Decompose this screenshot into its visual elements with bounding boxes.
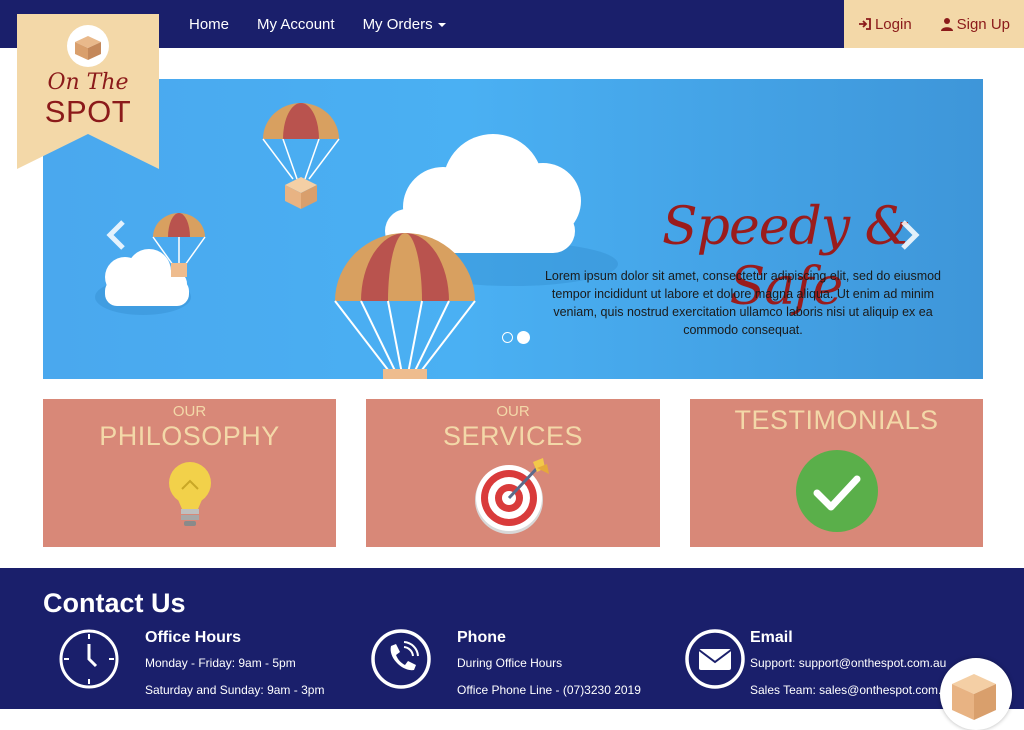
clock-icon: [59, 629, 119, 689]
services-title: SERVICES: [442, 421, 584, 451]
services-box[interactable]: OUR SERVICES: [366, 399, 660, 547]
chevron-left-icon: [106, 220, 125, 250]
office-hours-weekdays: Monday - Friday: 9am - 5pm: [145, 656, 296, 670]
phone-icon: [371, 629, 431, 689]
phone-title: Phone: [457, 629, 506, 646]
nav-home-link[interactable]: Home: [189, 16, 229, 33]
philosophy-title: PHILOSOPHY: [99, 421, 280, 451]
target-icon: [475, 458, 549, 534]
email-title: Email: [750, 629, 793, 646]
nav-my-account-link[interactable]: My Account: [257, 16, 335, 33]
support-email[interactable]: Support: support@onthespot.com.au: [750, 656, 946, 670]
nav-my-orders-label: My Orders: [362, 15, 433, 33]
hero-carousel: Speedy & Safe Lorem ipsum dolor sit amet…: [43, 79, 983, 379]
auth-area: Login Sign Up: [844, 0, 1024, 48]
package-box-icon: [952, 674, 996, 720]
carousel-indicators: [500, 331, 532, 344]
login-label: Login: [874, 15, 912, 33]
upper-parachute: [262, 103, 340, 209]
lightbulb-icon: [168, 462, 211, 526]
main-nav: Home My Account My Orders: [175, 0, 460, 48]
carousel-text: Lorem ipsum dolor sit amet, consectetur …: [544, 269, 942, 337]
envelope-icon: [685, 629, 745, 689]
chevron-right-icon: [901, 220, 920, 250]
office-hours-title: Office Hours: [145, 629, 242, 646]
services-small-label: OUR: [496, 403, 530, 420]
checkmark-icon: [795, 450, 878, 532]
sign-in-icon: [858, 18, 871, 30]
carousel-indicator-2[interactable]: [517, 331, 530, 344]
philosophy-small-label: OUR: [172, 403, 207, 420]
carousel-indicator-1[interactable]: [502, 332, 513, 343]
nav-my-orders-dropdown[interactable]: My Orders: [363, 16, 446, 33]
office-hours-weekend: Saturday and Sunday: 9am - 3pm: [145, 683, 325, 697]
testimonials-title: TESTIMONIALS: [734, 405, 939, 435]
small-cloud: [95, 249, 191, 315]
login-link[interactable]: Login: [858, 16, 912, 33]
caret-down-icon: [437, 22, 446, 27]
phone-hours: During Office Hours: [457, 656, 563, 670]
logo-line1: On The: [47, 70, 129, 95]
site-logo[interactable]: On The SPOT: [17, 14, 159, 169]
testimonials-box[interactable]: TESTIMONIALS: [690, 399, 983, 547]
user-icon: [940, 18, 953, 31]
contact-title: Contact Us: [43, 588, 186, 618]
sales-email[interactable]: Sales Team: sales@onthespot.com.au: [750, 683, 955, 697]
carousel-prev-button[interactable]: [105, 219, 127, 256]
contact-section: Contact Us Office Hours Monday - Friday:…: [0, 568, 1024, 709]
chat-widget-button[interactable]: [940, 658, 1012, 730]
signup-link[interactable]: Sign Up: [940, 16, 1010, 33]
signup-label: Sign Up: [956, 15, 1010, 33]
logo-line2: SPOT: [44, 94, 132, 129]
carousel-next-button[interactable]: [899, 219, 921, 256]
large-parachute: [334, 233, 476, 379]
phone-number[interactable]: Office Phone Line - (07)3230 2019: [457, 683, 641, 697]
philosophy-box[interactable]: OUR PHILOSOPHY: [43, 399, 336, 547]
